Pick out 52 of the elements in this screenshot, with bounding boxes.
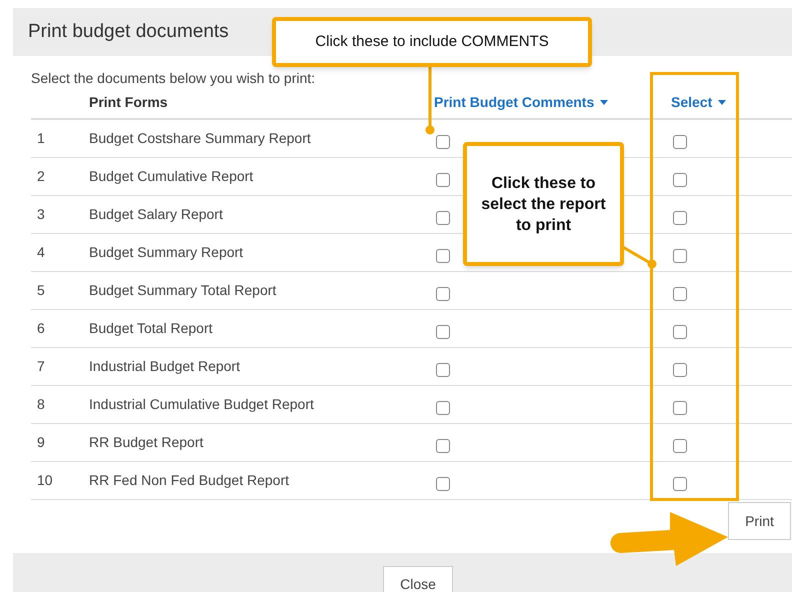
checkbox[interactable]	[673, 362, 687, 376]
checkbox[interactable]	[673, 286, 687, 300]
checkbox[interactable]	[673, 210, 687, 224]
checkbox[interactable]	[673, 324, 687, 338]
checkbox[interactable]	[436, 476, 450, 490]
caret-icon	[718, 100, 726, 104]
column-header: Print Forms	[89, 92, 169, 112]
checkbox[interactable]	[436, 286, 450, 300]
report-name: Budget Salary Report	[89, 205, 224, 224]
checkbox[interactable]	[673, 248, 687, 262]
report-name: RR Fed Non Fed Budget Report	[89, 471, 290, 490]
arrow-icon	[608, 511, 730, 567]
report-name: Budget Total Report	[89, 319, 214, 338]
checkbox[interactable]	[436, 438, 450, 452]
checkbox[interactable]	[436, 362, 450, 376]
instructions: Select the documents below you wish to print:	[31, 70, 316, 86]
checkbox[interactable]	[436, 324, 450, 338]
row-number: 8	[36, 395, 46, 414]
dialog-title: Print budget documents	[28, 20, 229, 44]
report-name: Industrial Cumulative Budget Report	[89, 395, 315, 414]
checkbox[interactable]	[673, 400, 687, 414]
report-name: RR Budget Report	[89, 433, 204, 452]
close-button[interactable]: Close	[383, 566, 453, 592]
row-number: 4	[36, 243, 46, 262]
checkbox[interactable]	[436, 134, 450, 148]
checkbox[interactable]	[436, 172, 450, 186]
checkbox[interactable]	[673, 172, 687, 186]
report-name: Budget Summary Total Report	[89, 281, 278, 300]
row-number: 2	[36, 167, 46, 186]
row-number: 7	[36, 357, 46, 376]
callout-text: Click these to include COMMENTS	[315, 32, 549, 52]
checkbox[interactable]	[436, 248, 450, 262]
report-name: Budget Summary Report	[89, 243, 244, 262]
row-number: 1	[36, 129, 46, 148]
select-column-menu[interactable]: Select	[671, 92, 726, 112]
report-name: Budget Costshare Summary Report	[89, 129, 312, 148]
print-button[interactable]: Print	[728, 502, 791, 540]
checkbox[interactable]	[673, 438, 687, 452]
row-number: 10	[36, 471, 54, 490]
row-number: 9	[36, 433, 46, 452]
checkbox[interactable]	[673, 134, 687, 148]
checkbox[interactable]	[673, 476, 687, 490]
caret-icon	[600, 100, 608, 104]
row-number: 6	[36, 319, 46, 338]
checkbox[interactable]	[436, 400, 450, 414]
callout-text: Click these to select the report to print	[480, 174, 607, 236]
row-number: 3	[36, 205, 46, 224]
checkbox[interactable]	[436, 210, 450, 224]
report-name: Budget Cumulative Report	[89, 167, 254, 186]
row-number: 5	[36, 281, 46, 300]
report-name: Industrial Budget Report	[89, 357, 241, 376]
comments-column-menu[interactable]: Print Budget Comments	[434, 92, 671, 112]
